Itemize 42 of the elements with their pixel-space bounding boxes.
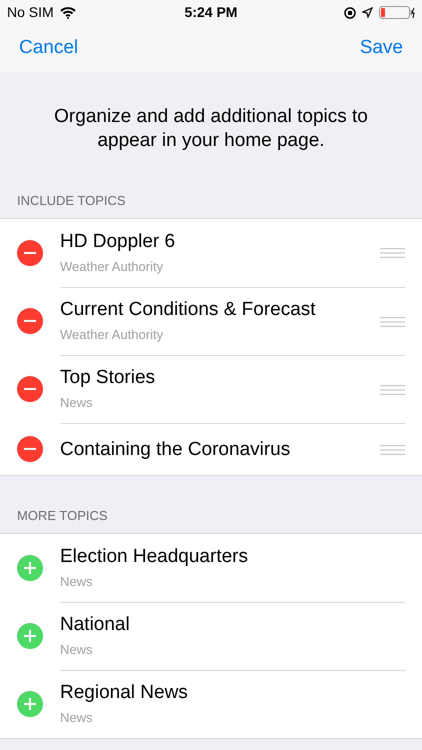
section-header: MORE TOPICS: [17, 506, 108, 524]
topic-row[interactable]: Containing the Coronavirus: [0, 423, 422, 475]
save-button[interactable]: Save: [360, 34, 403, 63]
battery-icon: [379, 6, 416, 19]
drag-handle-icon[interactable]: [380, 444, 405, 454]
drag-handle-icon[interactable]: [380, 316, 405, 326]
remove-icon[interactable]: [17, 240, 43, 266]
section-header: INCLUDE TOPICS: [17, 192, 126, 210]
topic-source: Weather Authority: [60, 326, 164, 344]
topic-title: National: [60, 613, 131, 638]
topic-source: News: [60, 572, 94, 591]
drag-handle-icon[interactable]: [380, 384, 405, 394]
remove-icon[interactable]: [17, 376, 43, 402]
topic-row[interactable]: Regional News News: [0, 670, 422, 738]
topic-source: Weather Authority: [60, 258, 164, 276]
topic-row[interactable]: Current Conditions & Forecast Weather Authority: [0, 287, 422, 355]
topic-title: Current Conditions & Forecast: [60, 298, 317, 322]
wifi-icon: [60, 6, 76, 18]
topic-title: HD Doppler 6: [60, 230, 176, 254]
carrier-label: No SIM: [7, 3, 54, 22]
topic-row[interactable]: Election Headquarters News: [0, 534, 422, 602]
topic-title: Containing the Coronavirus: [60, 438, 292, 462]
drag-handle-icon[interactable]: [380, 248, 405, 258]
add-icon[interactable]: [17, 691, 43, 717]
topic-source: News: [60, 709, 94, 728]
cancel-button[interactable]: Cancel: [19, 34, 78, 63]
topic-row[interactable]: HD Doppler 6 Weather Authority: [0, 219, 422, 287]
clock: 5:24 PM: [184, 3, 238, 22]
topic-title: Regional News: [60, 681, 189, 706]
topic-title: Election Headquarters: [60, 544, 249, 569]
topic-title: Top Stories: [60, 366, 156, 390]
add-icon[interactable]: [17, 623, 43, 649]
topic-source: News: [60, 641, 94, 660]
topic-row[interactable]: National News: [0, 602, 422, 670]
topic-source: News: [60, 394, 94, 412]
intro-text: Organize and add additional topics to appear in your home page.: [53, 104, 369, 152]
remove-icon[interactable]: [17, 436, 43, 462]
topic-row[interactable]: Top Stories News: [0, 355, 422, 423]
location-arrow-icon: [362, 7, 374, 18]
add-icon[interactable]: [17, 555, 43, 581]
remove-icon[interactable]: [17, 308, 43, 334]
orientation-lock-icon: [344, 6, 356, 18]
